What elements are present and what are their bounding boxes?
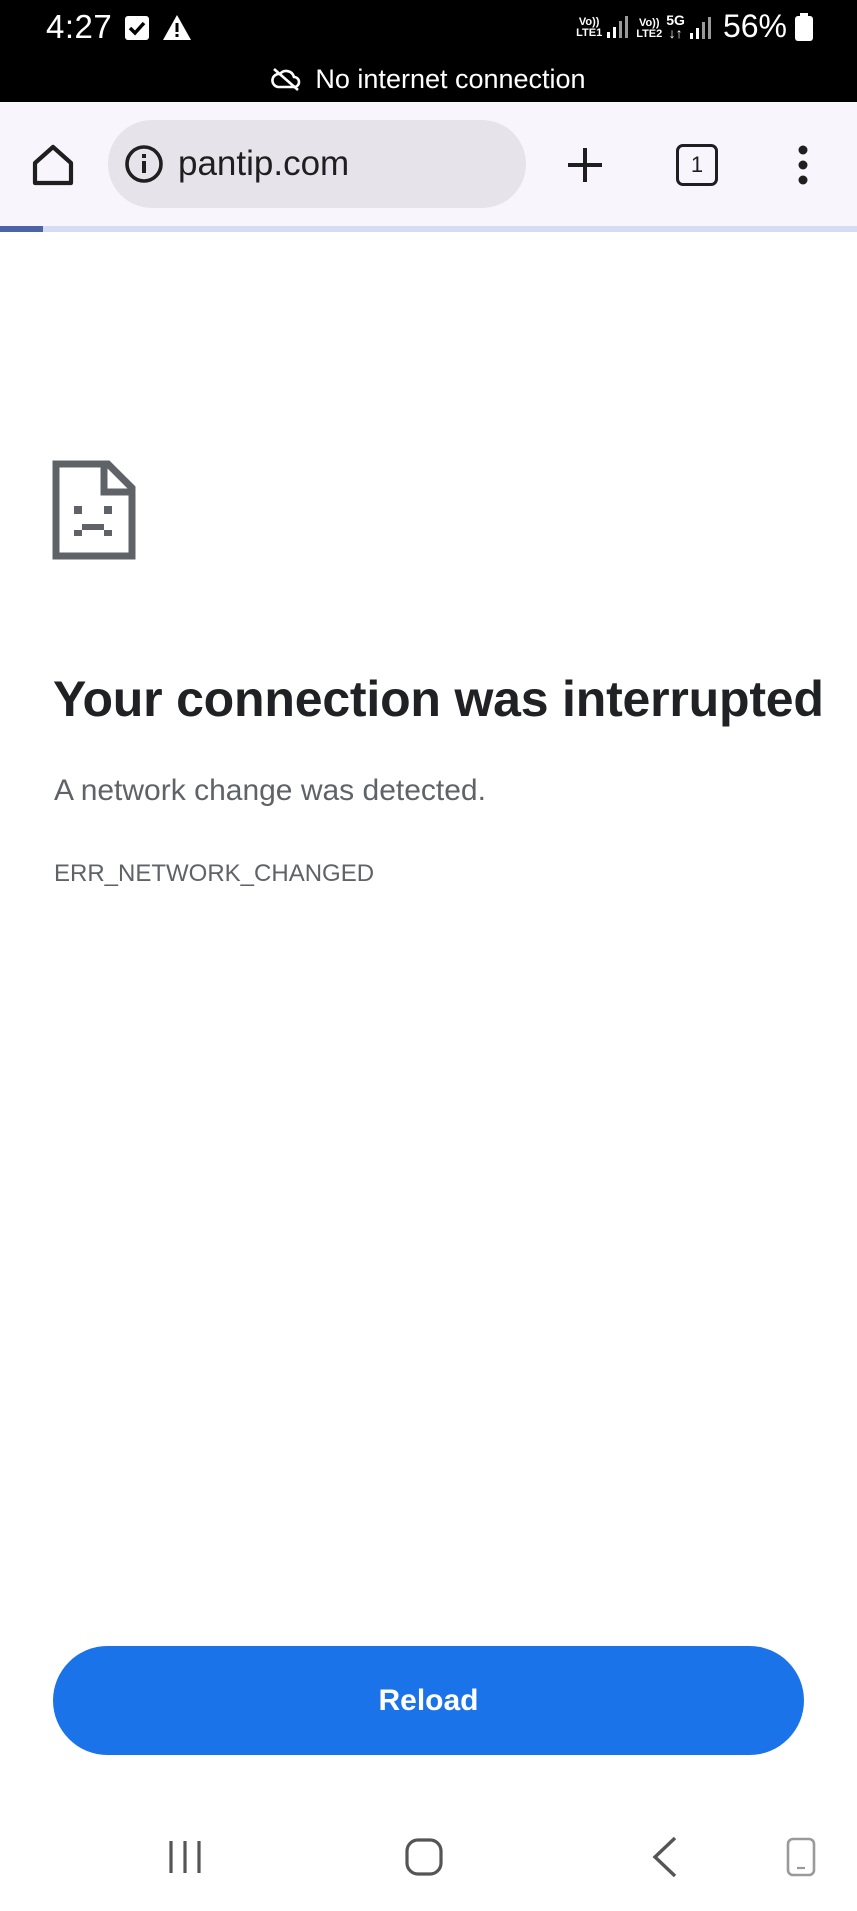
offline-banner: No internet connection xyxy=(0,58,857,100)
check-box-icon xyxy=(125,15,149,40)
cloud-off-icon xyxy=(271,68,301,91)
page-load-progress xyxy=(0,226,857,232)
status-notification-icons xyxy=(124,14,192,41)
battery-percent: 56% xyxy=(722,8,787,44)
back-button[interactable] xyxy=(630,1822,700,1892)
error-description: A network change was detected. xyxy=(54,774,486,807)
tab-switcher-button[interactable]: 1 xyxy=(666,134,728,196)
status-time: 4:27 xyxy=(46,8,113,45)
address-bar[interactable]: pantip.com xyxy=(108,120,526,208)
more-vert-icon xyxy=(798,145,808,185)
tab-count: 1 xyxy=(690,152,704,177)
home-nav-button[interactable] xyxy=(389,1822,459,1892)
error-code: ERR_NETWORK_CHANGED xyxy=(54,860,375,887)
screen: 4:27 Vo)) LTE1 Vo)) LTE2 5G ↓↑ 56% No in… xyxy=(0,0,857,1911)
sim2-label-top: Vo)) xyxy=(638,16,660,29)
tab-switcher-icon: 1 xyxy=(676,144,718,186)
plus-icon xyxy=(568,148,602,182)
warning-icon xyxy=(163,15,191,40)
sim1-label-bottom: LTE1 xyxy=(576,26,603,39)
sad-document-icon xyxy=(52,460,136,560)
signal-icon xyxy=(689,16,711,39)
home-icon xyxy=(32,144,74,186)
error-title: Your connection was interrupted xyxy=(53,671,824,727)
recents-button[interactable] xyxy=(150,1822,220,1892)
status-right-cluster: Vo)) LTE1 Vo)) LTE2 5G ↓↑ 56% xyxy=(576,8,813,45)
new-tab-button[interactable] xyxy=(554,134,616,196)
keyboard-toggle-icon xyxy=(786,1837,816,1877)
page-info-button[interactable] xyxy=(122,142,166,186)
info-icon xyxy=(125,145,163,183)
signal-icon xyxy=(607,15,629,38)
sim2-label-bottom: LTE2 xyxy=(636,27,663,40)
keyboard-toggle-button[interactable] xyxy=(766,1822,836,1892)
progress-fill xyxy=(0,226,43,232)
data-arrows-icon: ↓↑ xyxy=(668,24,683,41)
offline-message: No internet connection xyxy=(315,63,586,94)
status-bar: 4:27 Vo)) LTE1 Vo)) LTE2 5G ↓↑ 56% No in… xyxy=(0,0,857,102)
back-icon xyxy=(652,1836,677,1878)
url-text: pantip.com xyxy=(178,144,350,183)
sim1-indicator: Vo)) LTE1 xyxy=(576,15,629,39)
sim2-indicator: Vo)) LTE2 5G ↓↑ xyxy=(636,13,711,41)
menu-button[interactable] xyxy=(772,134,834,196)
recents-icon xyxy=(169,1841,201,1873)
sim1-label-top: Vo)) xyxy=(578,15,600,28)
home-nav-icon xyxy=(405,1838,443,1876)
home-button[interactable] xyxy=(22,134,84,196)
battery-icon xyxy=(795,12,813,41)
reload-button[interactable]: Reload xyxy=(53,1646,804,1755)
system-nav-bar xyxy=(0,1800,857,1911)
browser-toolbar: pantip.com 1 xyxy=(0,102,857,226)
